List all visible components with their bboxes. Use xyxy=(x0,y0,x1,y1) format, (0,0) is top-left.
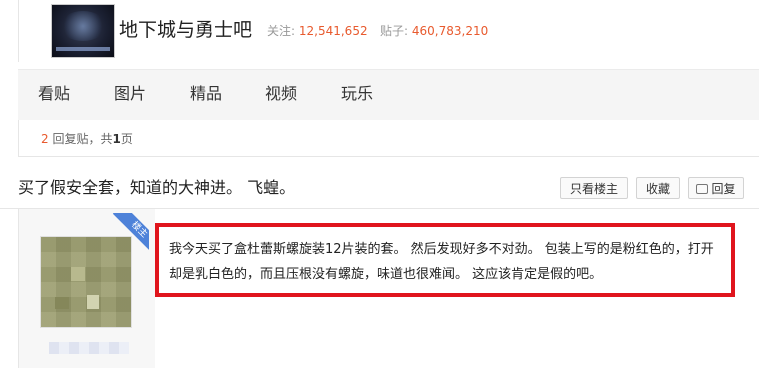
reply-button-label: 回复 xyxy=(711,182,736,196)
page-count: 1 xyxy=(112,132,121,146)
favorite-button[interactable]: 收藏 xyxy=(636,177,680,199)
op-badge-label: 楼主 xyxy=(112,213,149,251)
forum-header: 地下城与勇士吧 关注: 12,541,652 贴子: 460,783,210 xyxy=(18,0,759,62)
thread-title-bar: 买了假安全套，知道的大神进。 飞蝗。 只看楼主 收藏 回复 xyxy=(0,168,759,209)
page-suffix: 页 xyxy=(120,132,133,146)
post-content: 我今天买了盒杜蕾斯螺旋装12片装的套。 然后发现好多不对劲。 包装上写的是粉红色… xyxy=(169,242,714,282)
thread-title: 买了假安全套，知道的大神进。 飞蝗。 xyxy=(18,178,296,197)
posts-label: 贴子: xyxy=(380,24,409,38)
posts-stat: 贴子: 460,783,210 xyxy=(380,24,488,38)
post: 楼主 我今天买了盒杜蕾斯螺旋装12片装的套。 然后发现好多不对劲。 包装上写的是… xyxy=(18,209,759,368)
tab-fun[interactable]: 玩乐 xyxy=(341,84,373,104)
reply-button[interactable]: 回复 xyxy=(688,177,744,199)
posts-count: 460,783,210 xyxy=(411,24,489,38)
tab-videos[interactable]: 视频 xyxy=(265,84,297,104)
forum-name[interactable]: 地下城与勇士吧 xyxy=(119,18,252,42)
tab-posts[interactable]: 看贴 xyxy=(38,84,70,104)
post-content-highlight: 我今天买了盒杜蕾斯螺旋装12片装的套。 然后发现好多不对劲。 包装上写的是粉红色… xyxy=(155,223,735,297)
tab-featured[interactable]: 精品 xyxy=(190,84,222,104)
follow-stat: 关注: 12,541,652 xyxy=(267,24,368,38)
avatar-pixel xyxy=(55,297,69,309)
only-op-button[interactable]: 只看楼主 xyxy=(560,177,628,199)
op-badge: 楼主 xyxy=(111,213,149,251)
reply-count-label: 回复贴，共 xyxy=(52,132,113,146)
logo-glow xyxy=(60,11,106,41)
author-name[interactable] xyxy=(49,342,129,354)
reply-count: 2 回复贴，共1页 xyxy=(41,130,133,147)
nav-bar: 看贴 图片 精品 视频 玩乐 xyxy=(18,69,759,120)
author-column: 楼主 xyxy=(19,209,155,368)
follow-label: 关注: xyxy=(267,24,296,38)
reply-count-number: 2 xyxy=(41,132,49,146)
speech-bubble-icon xyxy=(696,184,709,194)
tab-images[interactable]: 图片 xyxy=(114,84,146,104)
reply-info: 2 回复贴，共1页 xyxy=(18,120,759,157)
forum-logo[interactable] xyxy=(51,4,115,58)
avatar-pixel xyxy=(87,295,99,309)
avatar-pixel xyxy=(71,267,85,281)
follow-count: 12,541,652 xyxy=(298,24,368,38)
logo-caption xyxy=(56,47,110,51)
